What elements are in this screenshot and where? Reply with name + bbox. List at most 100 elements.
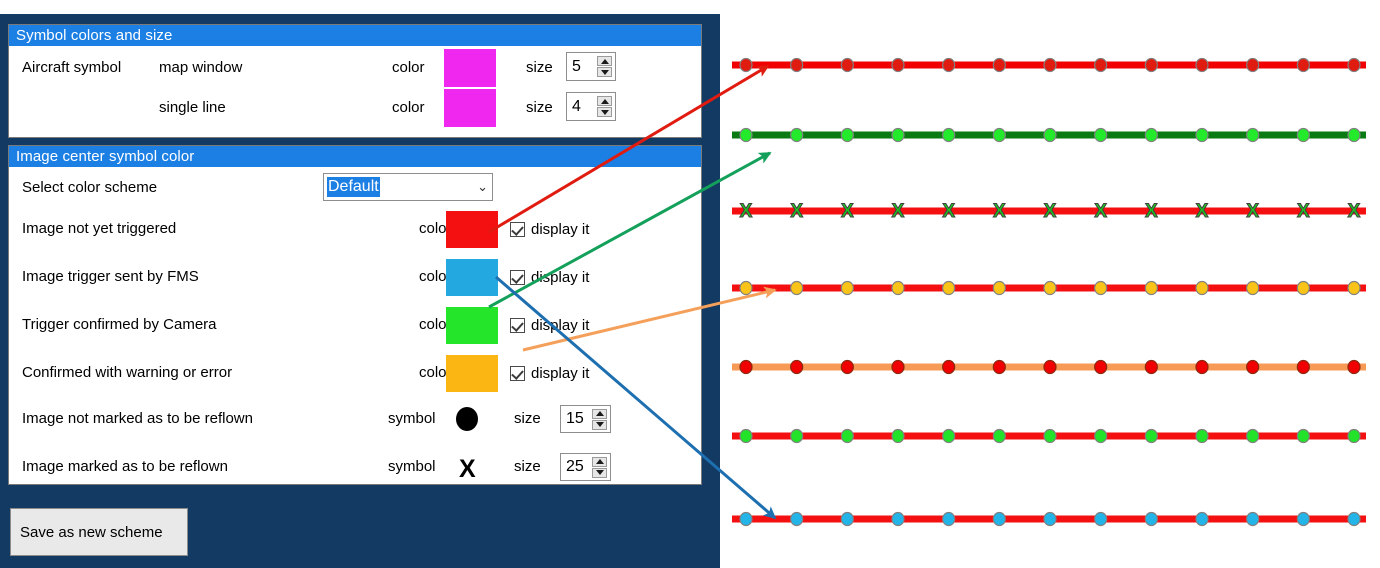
- select-color-scheme-label: Select color scheme: [22, 179, 158, 196]
- stepper-down-icon[interactable]: [592, 419, 607, 430]
- row-select-color-scheme: Select color scheme Default ⌄: [9, 171, 701, 205]
- row-confirmed-with-warning-or-error: Confirmed with warning or error color di…: [9, 355, 701, 392]
- check-icon[interactable]: [510, 366, 525, 381]
- marker-circle: [1094, 359, 1108, 375]
- stepper-up-icon[interactable]: [592, 456, 607, 467]
- stepper-down-icon[interactable]: [597, 67, 612, 77]
- marker-circle: [840, 280, 854, 296]
- marker-circle: [942, 280, 956, 296]
- stepper-down-icon[interactable]: [592, 467, 607, 478]
- marker-circle: [1144, 511, 1158, 527]
- marker-circle: [1296, 127, 1310, 143]
- checkbox-display-trigger-confirmed-by-camera[interactable]: display it: [510, 317, 589, 334]
- marker-circle: [1094, 280, 1108, 296]
- marker-circle: [1144, 280, 1158, 296]
- marker-x: X: [740, 201, 753, 222]
- marker-circle: [942, 127, 956, 143]
- stepper-arrows-marked[interactable]: [591, 454, 610, 480]
- check-icon[interactable]: [510, 318, 525, 333]
- marker-circle: [739, 280, 753, 296]
- stepper-down-icon[interactable]: [597, 107, 612, 117]
- check-icon[interactable]: [510, 222, 525, 237]
- group-symbol-colors-and-size: Symbol colors and size Aircraft symbol m…: [8, 24, 702, 138]
- line-red-green-x: XXXXXXXXXXXXX: [732, 201, 1366, 223]
- stepper-up-icon[interactable]: [592, 408, 607, 419]
- marker-x: X: [1044, 201, 1057, 222]
- marker-x: X: [1094, 201, 1107, 222]
- check-icon[interactable]: [510, 270, 525, 285]
- color-swatch-single-line[interactable]: [444, 89, 496, 127]
- size-label-single-line: size: [526, 99, 553, 116]
- marker-circle: [1246, 57, 1260, 73]
- marker-circle: [1296, 280, 1310, 296]
- size-stepper-image-marked-reflown[interactable]: 25: [560, 453, 611, 481]
- stepper-arrows-single-line[interactable]: [596, 93, 615, 120]
- marker-circle: [1246, 359, 1260, 375]
- marker-circle: [790, 359, 804, 375]
- stepper-up-icon[interactable]: [597, 56, 612, 66]
- size-label-image-not-marked-reflown: size: [514, 410, 541, 427]
- checkbox-display-image-trigger-sent-by-fms[interactable]: display it: [510, 269, 589, 286]
- size-stepper-single-line[interactable]: 4: [566, 92, 616, 121]
- marker-circle: [942, 57, 956, 73]
- marker-circle: [992, 428, 1006, 444]
- checkbox-display-image-not-yet-triggered[interactable]: display it: [510, 221, 589, 238]
- color-swatch-image-trigger-sent-by-fms[interactable]: [446, 259, 498, 296]
- label-trigger-confirmed-by-camera: Trigger confirmed by Camera: [22, 316, 217, 333]
- checkbox-label: display it: [531, 317, 590, 334]
- marker-circle: [1144, 428, 1158, 444]
- marker-circle: [1094, 428, 1108, 444]
- filled-circle-icon[interactable]: [456, 407, 478, 431]
- row-aircraft-symbol-map-window: Aircraft symbol map window color size 5: [9, 49, 701, 87]
- size-stepper-image-not-marked-reflown[interactable]: 15: [560, 405, 611, 433]
- preview-svg: XXXXXXXXXXXXX: [732, 57, 1366, 527]
- color-swatch-trigger-confirmed-by-camera[interactable]: [446, 307, 498, 344]
- x-symbol-icon[interactable]: X: [459, 457, 476, 482]
- marker-circle: [992, 511, 1006, 527]
- marker-circle: [1347, 280, 1361, 296]
- color-swatch-map-window[interactable]: [444, 49, 496, 87]
- marker-circle: [1144, 127, 1158, 143]
- marker-circle: [1094, 511, 1108, 527]
- marker-circle: [739, 127, 753, 143]
- marker-circle: [1195, 127, 1209, 143]
- marker-x: X: [892, 201, 905, 222]
- group-image-center-symbol-color: Image center symbol color Select color s…: [8, 145, 702, 485]
- row-image-trigger-sent-by-fms: Image trigger sent by FMS color display …: [9, 259, 701, 296]
- label-image-not-marked-reflown: Image not marked as to be reflown: [22, 410, 253, 427]
- save-as-new-scheme-button[interactable]: Save as new scheme: [10, 508, 188, 556]
- marker-x: X: [1348, 201, 1361, 222]
- row-image-not-marked-reflown: Image not marked as to be reflown symbol…: [9, 402, 701, 436]
- marker-circle: [992, 359, 1006, 375]
- marker-circle: [1043, 280, 1057, 296]
- stepper-arrows-map-window[interactable]: [596, 53, 615, 80]
- color-label-map-window: color: [392, 59, 425, 76]
- marker-circle: [739, 511, 753, 527]
- color-scheme-select[interactable]: Default ⌄: [323, 173, 493, 201]
- stepper-up-icon[interactable]: [597, 96, 612, 106]
- marker-circle: [1296, 359, 1310, 375]
- color-label-single-line: color: [392, 99, 425, 116]
- marker-circle: [1195, 57, 1209, 73]
- marker-x: X: [942, 201, 955, 222]
- row-label-aircraft-symbol: Aircraft symbol: [22, 59, 122, 76]
- marker-circle: [1246, 127, 1260, 143]
- marker-circle: [1347, 127, 1361, 143]
- marker-circle: [891, 428, 905, 444]
- color-swatch-image-not-yet-triggered[interactable]: [446, 211, 498, 248]
- label-image-trigger-sent-by-fms: Image trigger sent by FMS: [22, 268, 199, 285]
- color-swatch-confirmed-with-warning-or-error[interactable]: [446, 355, 498, 392]
- marker-circle: [790, 280, 804, 296]
- marker-circle: [992, 280, 1006, 296]
- stepper-arrows-not-marked[interactable]: [591, 406, 610, 432]
- marker-circle: [739, 359, 753, 375]
- chevron-down-icon[interactable]: ⌄: [477, 181, 488, 194]
- checkbox-label: display it: [531, 221, 590, 238]
- symbol-preview-panel: XXXXXXXXXXXXX: [720, 0, 1380, 568]
- size-stepper-map-window[interactable]: 5: [566, 52, 616, 81]
- marker-circle: [739, 57, 753, 73]
- checkbox-display-confirmed-with-warning-or-error[interactable]: display it: [510, 365, 589, 382]
- marker-circle: [739, 428, 753, 444]
- marker-circle: [1347, 428, 1361, 444]
- marker-circle: [790, 127, 804, 143]
